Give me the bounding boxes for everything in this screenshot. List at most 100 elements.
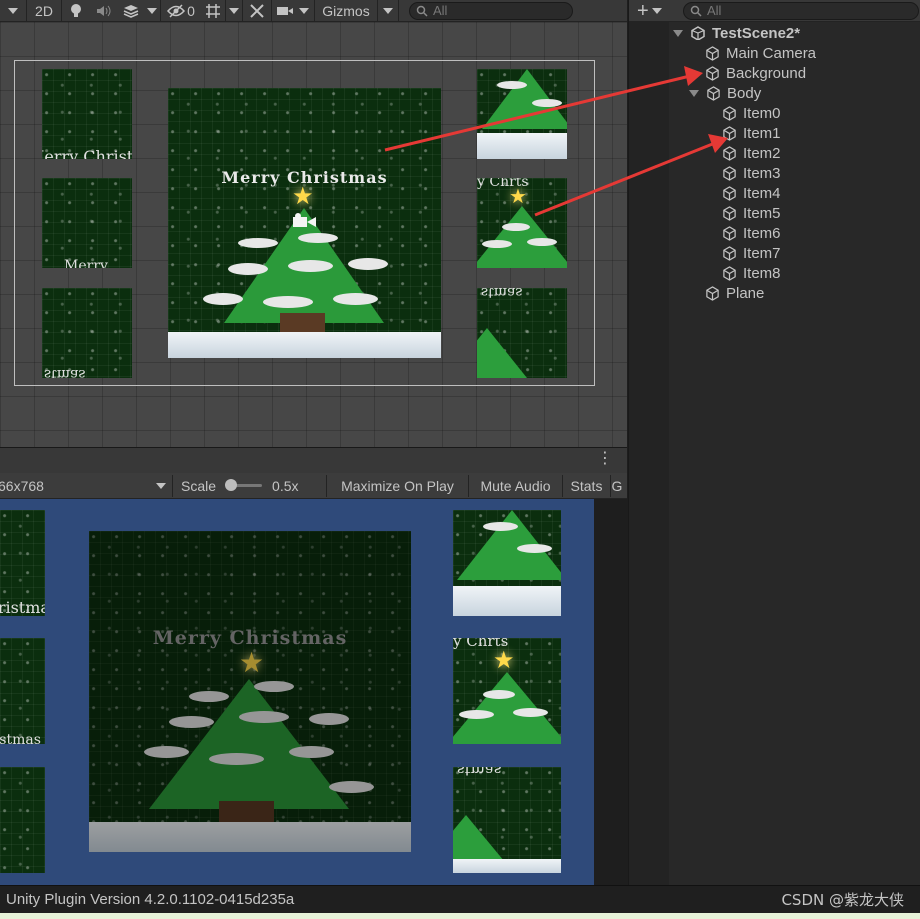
hierarchy-item-item8[interactable]: Item8 (629, 263, 920, 283)
hierarchy-item-item5[interactable]: Item5 (629, 203, 920, 223)
chevron-down-icon (147, 7, 157, 14)
search-placeholder: All (707, 3, 722, 18)
tree-snow (482, 240, 512, 248)
item-label: Item4 (743, 184, 781, 202)
hierarchy-item-item6[interactable]: Item6 (629, 223, 920, 243)
scene-tile-right-1[interactable] (477, 69, 567, 159)
gameobject-cube-icon (723, 205, 736, 221)
resolution-dropdown[interactable]: 66x768 (0, 473, 172, 499)
chevron-down-icon (651, 7, 662, 14)
tree-piece (477, 328, 527, 378)
hierarchy-item-item7[interactable]: Item7 (629, 243, 920, 263)
scale-thumb[interactable] (225, 479, 238, 491)
fold-arrow-icon[interactable] (673, 29, 683, 37)
draw-mode-dropdown[interactable] (0, 0, 26, 22)
hierarchy-item-background[interactable]: Background (629, 63, 920, 83)
hierarchy-scene-row[interactable]: TestScene2* (629, 23, 920, 43)
hierarchy-item-item2[interactable]: Item2 (629, 143, 920, 163)
game-tile-right-1 (453, 510, 561, 616)
tree-snow (288, 260, 333, 272)
snow-ground (168, 332, 441, 358)
item-label: Plane (726, 284, 765, 302)
scene-search-input[interactable]: All (409, 1, 573, 20)
scene-tile-left-2[interactable]: Merry (42, 178, 132, 268)
gizmos-dropdown[interactable] (378, 0, 398, 22)
item-label: Item5 (743, 204, 781, 222)
game-tile-right-3: stmas (453, 767, 561, 873)
scene-tile-right-3[interactable]: stmas (477, 288, 567, 378)
chevron-down-icon (156, 482, 166, 489)
gameobject-cube-icon (706, 65, 719, 81)
more-options-icon[interactable]: ⋮ (597, 451, 613, 467)
hierarchy-item-item3[interactable]: Item3 (629, 163, 920, 183)
chevron-down-icon (383, 7, 393, 14)
hierarchy-search-input[interactable]: All (683, 1, 919, 20)
hierarchy-item-body[interactable]: Body (629, 83, 920, 103)
maximize-on-play-toggle[interactable]: Maximize On Play (327, 478, 468, 494)
camera-settings-button[interactable] (272, 0, 298, 22)
tree-snow (527, 238, 557, 246)
eye-slash-icon (167, 3, 186, 18)
create-button[interactable]: + (629, 0, 673, 22)
star-icon: ★ (292, 183, 314, 210)
hierarchy-item-item0[interactable]: Item0 (629, 103, 920, 123)
scene-tile-left-1[interactable]: Merry Christmas (42, 69, 132, 159)
gizmos-label: Gizmos (322, 2, 370, 19)
hierarchy-item-item1[interactable]: Item1 (629, 123, 920, 143)
camera-dropdown[interactable] (298, 0, 310, 22)
tree-piece (453, 672, 561, 744)
audio-toggle-button[interactable] (90, 0, 118, 22)
mute-audio-toggle[interactable]: Mute Audio (469, 478, 562, 494)
grid-icon (206, 3, 220, 18)
tile-text: Merry Christmas (0, 598, 45, 616)
item-label: Background (726, 64, 807, 82)
grid-dropdown[interactable] (226, 0, 242, 22)
item-label: Item0 (743, 104, 781, 122)
tools-icon (250, 3, 264, 18)
game-tile-left-1: Merry Christmas (0, 510, 45, 616)
plugin-version-text: Unity Plugin Version 4.2.0.1102-0415d235… (6, 891, 295, 908)
game-view[interactable]: Merry Christmas Merry Christmas Merry Ch… (0, 499, 627, 885)
grid-snap-button[interactable] (201, 0, 225, 22)
game-tile-left-3 (0, 767, 45, 873)
hierarchy-item-item4[interactable]: Item4 (629, 183, 920, 203)
tile-text: Merry (64, 258, 108, 268)
hierarchy-item-main-camera[interactable]: Main Camera (629, 43, 920, 63)
effects-toggle-button[interactable] (118, 0, 144, 22)
plus-icon: + (637, 0, 649, 22)
scene-tile-right-2[interactable]: y Chrts ★ (477, 178, 567, 268)
effects-dropdown[interactable] (144, 0, 160, 22)
lighting-toggle-button[interactable] (62, 0, 90, 22)
tree-snow (298, 233, 338, 243)
scale-track[interactable] (225, 479, 263, 491)
2d-toggle-button[interactable]: 2D (27, 0, 61, 22)
item-label: Item6 (743, 224, 781, 242)
gizmos-button[interactable]: Gizmos (315, 0, 377, 22)
scene-view[interactable]: 2D 0 Gizmos All erry Christ Merry stmas … (0, 0, 627, 447)
search-placeholder: All (433, 3, 448, 18)
item-label: Item3 (743, 164, 781, 182)
scene-visibility-button[interactable]: 0 (161, 0, 201, 22)
tools-button[interactable] (243, 0, 271, 22)
stats-toggle[interactable]: Stats (563, 478, 610, 494)
tree-snow (459, 710, 494, 719)
item-label: Item8 (743, 264, 781, 282)
gameobject-cube-icon (723, 185, 736, 201)
2d-label: 2D (35, 2, 53, 19)
gameobject-cube-icon (706, 45, 719, 61)
tile-text: stmas (481, 288, 523, 300)
scale-slider[interactable]: Scale 0.5x (173, 473, 326, 499)
gameobject-cube-icon (723, 105, 736, 121)
tile-text: stmas (457, 767, 502, 779)
gizmos-toggle[interactable]: G (611, 478, 623, 494)
hierarchy-item-plane[interactable]: Plane (629, 283, 920, 303)
tree-snow (333, 293, 378, 305)
item-label: Main Camera (726, 44, 817, 62)
gameobject-cube-icon (723, 165, 736, 181)
tree-snow (483, 522, 518, 531)
tree-snow (532, 99, 562, 107)
scene-tile-left-3[interactable]: stmas (42, 288, 132, 378)
scene-background-sprite[interactable]: Merry Christmas ★ (168, 88, 441, 358)
tree-piece (477, 206, 567, 268)
fold-arrow-icon[interactable] (689, 89, 699, 97)
